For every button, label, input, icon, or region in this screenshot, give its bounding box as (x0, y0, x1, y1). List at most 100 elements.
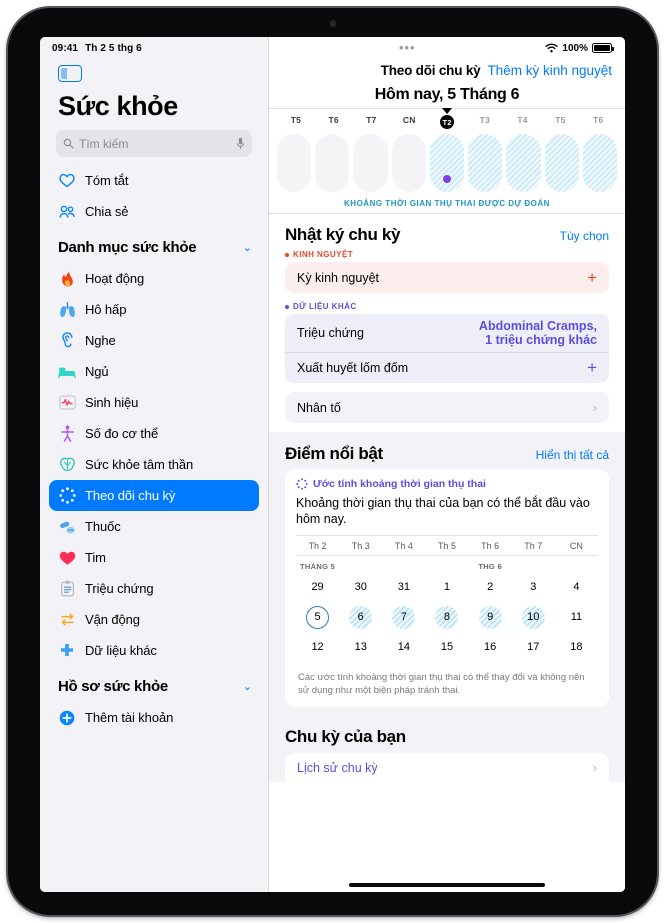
search-input[interactable]: Tìm kiếm (56, 130, 252, 157)
calendar-day-number: 8 (435, 605, 459, 629)
calendar-day-number: 30 (354, 581, 367, 593)
sidebar-item-clipboard[interactable]: Triệu chứng (49, 573, 259, 604)
calendar-cell[interactable]: 14 (382, 635, 425, 659)
factors-card: Nhân tố › (285, 392, 609, 423)
week-day-pill[interactable] (277, 134, 312, 192)
calendar-month-label: THÁNG 5 (300, 562, 336, 571)
sidebar-category-list: Hoạt động Hô hấp Nghe Ngủ Sinh hiệu Số đo cơ … (40, 261, 268, 666)
add-icon[interactable]: + (587, 359, 597, 376)
calendar-cell[interactable]: 2 (469, 575, 512, 599)
calendar-cell[interactable]: 4 (555, 575, 598, 599)
week-day-pill[interactable] (582, 134, 617, 192)
row-period[interactable]: Kỳ kinh nguyệt + (285, 262, 609, 293)
sidebar-profile-header[interactable]: Hồ sơ sức khỏe ⌄ (40, 666, 268, 700)
calendar-cell[interactable]: 7 (382, 605, 425, 629)
sidebar-item-label: Thêm tài khoản (85, 710, 174, 725)
calendar-cell[interactable]: 18 (555, 635, 598, 659)
sidebar-item-cycle[interactable]: Theo dõi chu kỳ (49, 480, 259, 511)
cycle-log-header: Nhật ký chu kỳ Tùy chọn (269, 214, 625, 250)
sidebar-item-pills[interactable]: Thuốc (49, 511, 259, 542)
chevron-right-icon[interactable]: › (593, 400, 597, 415)
ipad-device: 09:41 Th 2 5 thg 6 Sức khỏe Tìm kiếm Tóm… (8, 8, 657, 915)
sidebar-item-vitals[interactable]: Sinh hiệu (49, 387, 259, 418)
row-symptoms[interactable]: Triệu chứng Abdominal Cramps, 1 triệu chứ… (285, 314, 609, 352)
sidebar-item-body[interactable]: Số đo cơ thể (49, 418, 259, 449)
calendar-cell[interactable]: 10 (512, 605, 555, 629)
week-day-pill[interactable] (506, 134, 541, 192)
week-day-pill[interactable] (468, 134, 503, 192)
week-day-label: T2 (428, 115, 466, 129)
microphone-icon[interactable] (236, 137, 245, 150)
sidebar-profile-list: Thêm tài khoản (40, 700, 268, 733)
sidebar-item-label: Dữ liệu khác (85, 643, 157, 658)
cycle-log-options-button[interactable]: Tùy chọn (560, 229, 609, 243)
today-caret-icon (442, 108, 452, 114)
calendar-cell[interactable]: 6 (339, 605, 382, 629)
calendar-day-number: 14 (397, 641, 410, 653)
calendar-cell[interactable]: 16 (469, 635, 512, 659)
sidebar-item-lungs[interactable]: Hô hấp (49, 294, 259, 325)
sidebar-item-bed[interactable]: Ngủ (49, 356, 259, 387)
chevron-down-icon[interactable]: ⌄ (243, 241, 252, 254)
sidebar-item-brain[interactable]: Sức khỏe tâm thần (49, 449, 259, 480)
calendar-cell[interactable]: 9 (469, 605, 512, 629)
period-card: Kỳ kinh nguyệt + (285, 262, 609, 293)
calendar-cell[interactable]: 17 (512, 635, 555, 659)
calendar-cell[interactable]: 11 (555, 605, 598, 629)
body-icon (58, 425, 76, 443)
people-icon (58, 203, 76, 221)
sidebar-item-ear[interactable]: Nghe (49, 325, 259, 356)
week-strip-pills (269, 132, 625, 192)
fertile-estimate-card[interactable]: Ước tính khoảng thời gian thụ thai Khoản… (285, 469, 609, 707)
front-camera (329, 20, 336, 27)
sidebar-item-heart-filled[interactable]: Tim (49, 542, 259, 573)
sidebar-item-sharing[interactable]: Chia sẻ (49, 196, 259, 227)
chevron-right-icon[interactable]: › (593, 760, 597, 775)
add-period-button[interactable]: Thêm kỳ kinh nguyệt (487, 63, 612, 78)
sidebar-top-list: Tóm tắt Chia sẻ (40, 163, 268, 227)
calendar-cell[interactable]: 3 (512, 575, 555, 599)
sidebar-item-summary[interactable]: Tóm tắt (49, 165, 259, 196)
row-spotting[interactable]: Xuất huyết lốm đốm + (285, 352, 609, 383)
row-factors[interactable]: Nhân tố › (285, 392, 609, 423)
calendar-month-markers: THÁNG 5 THG 6 (296, 556, 598, 572)
calendar-week-row: 29 30 31 1 2 3 4 (296, 572, 598, 602)
week-day-pill[interactable] (429, 134, 465, 192)
sidebar-item-plus-cross[interactable]: Dữ liệu khác (49, 635, 259, 666)
multitask-dots-icon[interactable]: ••• (269, 41, 545, 54)
week-day-pill[interactable] (391, 134, 426, 192)
row-label: Nhân tố (297, 400, 341, 415)
show-all-button[interactable]: Hiển thị tất cả (536, 448, 609, 462)
calendar-cell[interactable]: 5 (296, 605, 339, 629)
calendar-disclaimer: Các ước tính khoảng thời gian thụ thai c… (298, 672, 585, 696)
calendar-cell[interactable]: 1 (425, 575, 468, 599)
sidebar-item-flame[interactable]: Hoạt động (49, 263, 259, 294)
status-date: Th 2 5 thg 6 (85, 42, 142, 54)
scroll-body[interactable]: Nhật ký chu kỳ Tùy chọn KINH NGUYỆT Kỳ k… (269, 214, 625, 892)
week-day-pill[interactable] (315, 134, 350, 192)
calendar-cell[interactable]: 30 (339, 575, 382, 599)
calendar-month-spacer (512, 562, 555, 571)
screen: 09:41 Th 2 5 thg 6 Sức khỏe Tìm kiếm Tóm… (40, 37, 625, 892)
calendar-day-number: 17 (527, 641, 540, 653)
sidebar-item-mobility[interactable]: Vận động (49, 604, 259, 635)
calendar-cell[interactable]: 13 (339, 635, 382, 659)
calendar-dow-header: Th 7 (524, 541, 543, 551)
sidebar-category-header[interactable]: Danh mục sức khỏe ⌄ (40, 227, 268, 261)
flame-icon (58, 270, 76, 288)
calendar-cell[interactable]: 31 (382, 575, 425, 599)
chevron-down-icon[interactable]: ⌄ (243, 680, 252, 693)
calendar-day-number: 4 (573, 581, 580, 593)
plus-cross-icon (58, 642, 76, 660)
calendar-cell[interactable]: 29 (296, 575, 339, 599)
add-icon[interactable]: + (587, 269, 597, 286)
sidebar-toggle-icon[interactable] (58, 65, 82, 82)
calendar-cell[interactable]: 15 (425, 635, 468, 659)
sidebar-item-add-account[interactable]: Thêm tài khoản (49, 702, 259, 733)
calendar-cell[interactable]: 12 (296, 635, 339, 659)
calendar-cell[interactable]: 8 (425, 605, 468, 629)
row-cycle-history[interactable]: Lịch sử chu kỳ › (285, 753, 609, 782)
week-day-pill[interactable] (544, 134, 579, 192)
sidebar-item-label: Hô hấp (85, 302, 127, 317)
week-day-pill[interactable] (353, 134, 388, 192)
